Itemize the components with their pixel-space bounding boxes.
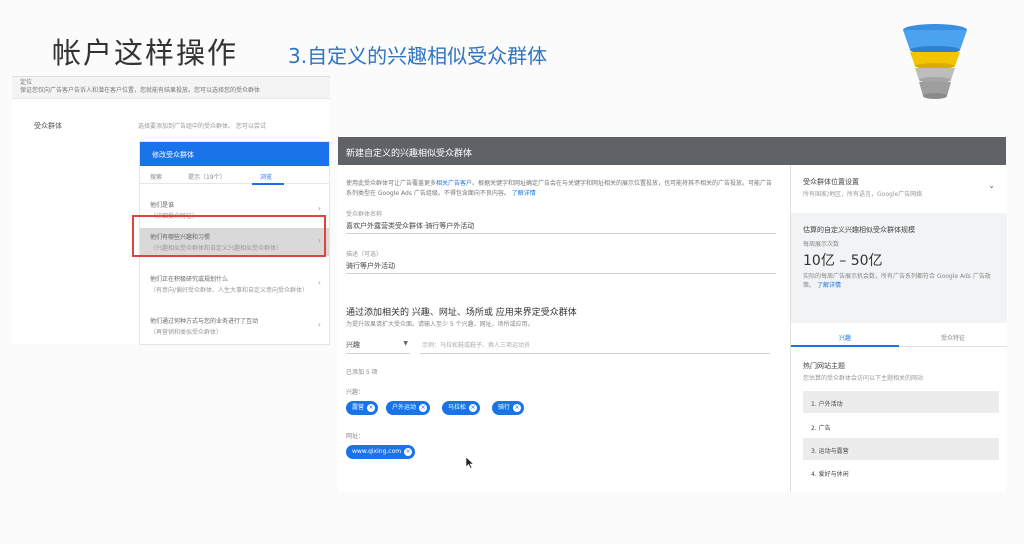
dropdown-arrow-icon: ▼ xyxy=(403,340,408,347)
item-title: 他们是谁 xyxy=(150,202,175,209)
targeting-label: 定位 xyxy=(20,79,33,86)
audience-selector-screenshot: 定位 保证您仅向广告客户告诉人和潜在客户位置，您就能有结果投放。您可以选择您的受… xyxy=(12,76,330,345)
name-field[interactable]: 喜欢户外露营类受众群体·骑行等户外活动 xyxy=(346,221,474,231)
settings-sub: 所有国家/地区，所有语言，Google广告网络 xyxy=(803,191,923,198)
audience-row-desc: 选择要添加到广告组中的受众群体。 您可以尝试 xyxy=(138,123,266,130)
chip-label: 户外运动 xyxy=(392,404,417,411)
slide: 帐户这样操作 3.自定义的兴趣相似受众群体 定位 保证您仅向广告客户告诉人和潜在… xyxy=(0,0,1024,544)
chevron-right-icon: › xyxy=(317,204,321,213)
impressions-label: 每周展示次数 xyxy=(803,241,840,248)
edit-audience-title: 修改受众群体 xyxy=(140,142,329,166)
slide-title: 帐户这样操作 xyxy=(52,36,239,70)
name-label: 受众群体名称 xyxy=(346,211,383,218)
item-sub: （再营销和类似受众群体） xyxy=(150,329,223,336)
interest-chip[interactable]: 马拉松 × xyxy=(442,401,481,415)
type-select-value: 兴趣 xyxy=(346,341,360,349)
chip-label: 骑行 xyxy=(498,404,511,411)
active-tab-indicator xyxy=(791,345,899,347)
audience-tabs: 搜索 提示（19个） 浏览 xyxy=(140,166,329,185)
chip-label: 露营 xyxy=(352,404,365,411)
tab-search[interactable]: 搜索 xyxy=(150,172,162,181)
learn-more-link[interactable]: 了解详情 xyxy=(817,282,841,289)
intro-text: 使用此受众群体可让广告覆盖更多相关广告客户。根据关键字和网址确定广告会在与关键字… xyxy=(346,179,776,199)
item-sub: （有意向/偏好受众群体、人生大事和自定义意向受众群体） xyxy=(150,287,309,294)
type-select[interactable]: 兴趣 ▼ xyxy=(346,340,410,354)
divider xyxy=(346,273,776,274)
divider xyxy=(346,233,776,234)
audience-row-label: 受众群体 xyxy=(34,122,62,130)
url-chip[interactable]: www.qixing.com × xyxy=(346,445,416,459)
intro-link[interactable]: 相关广告客户 xyxy=(436,180,472,187)
item-title: 他们通过何种方式与您的业务进行了互动 xyxy=(150,318,259,325)
learn-more-link[interactable]: 了解详情 xyxy=(512,190,536,197)
close-icon[interactable]: × xyxy=(469,404,478,412)
size-estimate: 估算的自定义兴趣相似受众群体规模 每周展示次数 10亿 – 50亿 实际的每周广… xyxy=(791,213,1007,323)
desc-label: 描述（可选） xyxy=(346,251,383,258)
estimate-desc: 实际的每周广告展示机会数，所有广告系列都符合 Google Ads 广告政策。 … xyxy=(803,272,995,290)
chevron-right-icon: › xyxy=(317,320,321,329)
define-sub: 为提升效果请扩大受众面。请输入至少 5 个兴趣、网址、场所或应用。 xyxy=(346,321,534,328)
location-settings[interactable]: 受众群体位置设置 所有国家/地区，所有语言，Google广告网络 ⌄ xyxy=(791,177,1007,198)
topic-item: 3. 运动与露营 xyxy=(803,438,999,460)
interest-chip[interactable]: 露营 × xyxy=(346,401,379,415)
mouse-cursor-icon xyxy=(466,457,474,469)
define-title: 通过添加相关的 兴趣、网址、场所或 应用来界定受众群体 xyxy=(346,308,577,318)
highlight-box xyxy=(132,215,326,257)
item-title: 他们正在积极研究或规划什么 xyxy=(150,276,229,283)
settings-title: 受众群体位置设置 xyxy=(803,178,859,186)
targeting-desc: 保证您仅向广告客户告诉人和潜在客户位置，您就能有结果投放。您可以选择您的受众群体 xyxy=(20,87,261,94)
interest-search-input[interactable]: 示例：马拉松鞋或鞋子、换人三项运动员 xyxy=(420,340,770,354)
interests-label: 兴趣： xyxy=(346,389,365,396)
topics-title: 热门网站主题 xyxy=(803,362,845,370)
sidebar-tabs: 兴趣 受众特征 xyxy=(791,327,1007,347)
desc-field[interactable]: 骑行等户外活动 xyxy=(346,261,395,271)
close-icon[interactable]: × xyxy=(419,404,428,412)
impressions-range: 10亿 – 50亿 xyxy=(803,253,883,269)
interest-chip[interactable]: 户外运动 × xyxy=(386,401,431,415)
close-icon[interactable]: × xyxy=(404,448,413,456)
topic-item: 1. 户外活动 xyxy=(803,391,999,413)
urls-label: 网址： xyxy=(346,433,365,440)
browse-item-research[interactable]: 他们正在积极研究或规划什么 （有意向/偏好受众群体、人生大事和自定义意向受众群体… xyxy=(140,270,329,298)
topic-item: 2. 广告 xyxy=(811,425,831,432)
chip-label: www.qixing.com xyxy=(352,448,402,455)
chevron-down-icon[interactable]: ⌄ xyxy=(988,181,995,190)
custom-affinity-panel: 新建自定义的兴趣相似受众群体 使用此受众群体可让广告覆盖更多相关广告客户。根据关… xyxy=(338,137,1007,492)
slide-subtitle: 3.自定义的兴趣相似受众群体 xyxy=(288,44,548,68)
added-count: 已添加 5 项 xyxy=(346,369,378,376)
active-tab-indicator xyxy=(252,183,284,185)
chevron-right-icon: › xyxy=(317,278,321,287)
interest-chip[interactable]: 骑行 × xyxy=(492,401,525,415)
browse-item-remarketing[interactable]: 他们通过何种方式与您的业务进行了互动 （再营销和类似受众群体） › xyxy=(140,312,329,340)
topic-item: 4. 爱好与休闲 xyxy=(811,471,849,478)
tab-demographics[interactable]: 受众特征 xyxy=(899,333,1007,342)
tab-ideas[interactable]: 提示（19个） xyxy=(188,172,226,181)
targeting-header: 定位 保证您仅向广告客户告诉人和潜在客户位置，您就能有结果投放。您可以选择您的受… xyxy=(12,77,330,99)
estimate-sidebar: 受众群体位置设置 所有国家/地区，所有语言，Google广告网络 ⌄ 估算的自定… xyxy=(790,165,1007,492)
close-icon[interactable]: × xyxy=(367,404,376,412)
topics-sub: 您估算的受众群体会访问以下主题相关的网站 xyxy=(803,375,924,382)
intro-part: 使用此受众群体可让广告覆盖更多 xyxy=(346,180,437,187)
estimate-title: 估算的自定义兴趣相似受众群体规模 xyxy=(803,226,915,234)
tab-browse[interactable]: 浏览 xyxy=(260,172,272,181)
close-icon[interactable]: × xyxy=(513,404,522,412)
funnel-icon xyxy=(903,24,967,99)
panel-header: 新建自定义的兴趣相似受众群体 xyxy=(338,137,1006,165)
chip-label: 马拉松 xyxy=(448,404,467,411)
tab-interests[interactable]: 兴趣 xyxy=(791,333,899,342)
